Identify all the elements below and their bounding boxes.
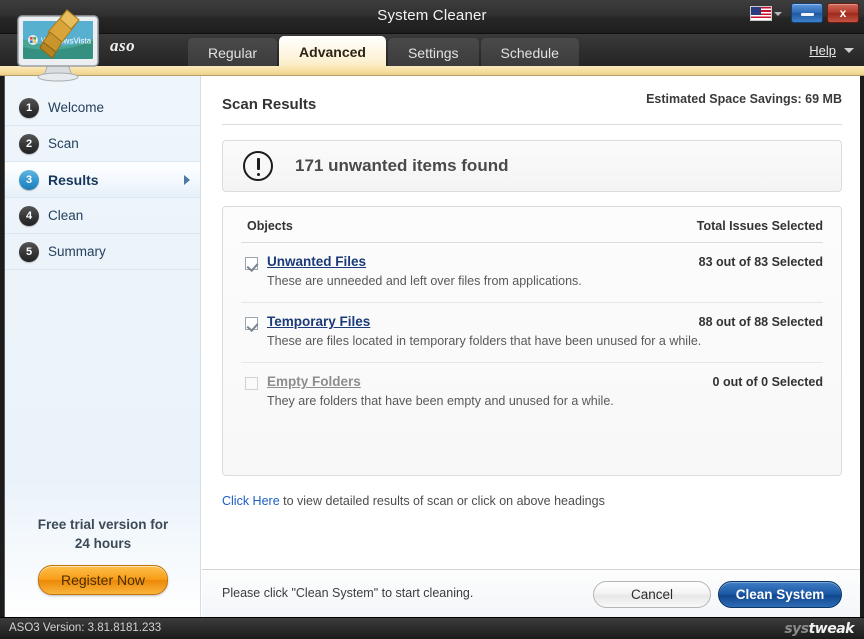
click-here-link[interactable]: Click Here: [222, 494, 280, 508]
clean-system-button[interactable]: Clean System: [718, 581, 842, 608]
table-row-unwanted-files: Unwanted Files 83 out of 83 Selected The…: [241, 243, 823, 303]
link-temporary-files[interactable]: Temporary Files: [267, 314, 370, 329]
register-now-button[interactable]: Register Now: [38, 565, 168, 595]
results-panel: Objects Total Issues Selected Unwanted F…: [222, 206, 842, 476]
sidebar-item-label: Summary: [48, 244, 106, 259]
main-body: 1 Welcome 2 Scan 3 Results 4 Clean 5 Sum…: [4, 76, 860, 617]
minimize-button[interactable]: [791, 3, 823, 23]
link-empty-folders[interactable]: Empty Folders: [267, 374, 361, 389]
brand-aso-label: aso: [110, 36, 135, 56]
estimated-space-savings: Estimated Space Savings: 69 MB: [646, 92, 842, 106]
action-footer: Please click "Clean System" to start cle…: [202, 569, 860, 617]
help-link[interactable]: Help: [809, 43, 836, 58]
sidebar-item-label: Welcome: [48, 100, 104, 115]
trial-line-2: 24 hours: [5, 534, 201, 553]
close-button[interactable]: x: [827, 3, 859, 23]
sidebar-item-label: Results: [48, 172, 99, 188]
tab-advanced[interactable]: Advanced: [279, 36, 386, 68]
sidebar-step-number: 1: [19, 98, 39, 118]
description-empty-folders: They are folders that have been empty an…: [267, 394, 823, 408]
sidebar-item-clean[interactable]: 4 Clean: [5, 198, 200, 234]
tab-list: Regular Advanced Settings Schedule: [188, 34, 581, 68]
trial-line-1: Free trial version for: [5, 515, 201, 534]
gold-divider-strip: [0, 66, 864, 76]
cancel-button[interactable]: Cancel: [593, 581, 711, 608]
systweak-logo-sys: sys: [784, 621, 808, 637]
sidebar-top-spacer: [5, 76, 200, 90]
detailed-results-line: Click Here to view detailed results of s…: [222, 494, 605, 508]
sidebar-step-number: 5: [19, 242, 39, 262]
window-title: System Cleaner: [0, 7, 864, 24]
title-bar: System Cleaner x: [0, 0, 864, 34]
results-table-header: Objects Total Issues Selected: [241, 211, 823, 243]
status-bar: ASO3 Version: 3.81.8181.233 systweak: [0, 617, 864, 639]
chevron-right-icon: [184, 175, 190, 185]
sidebar-item-label: Scan: [48, 136, 79, 151]
page-title: Scan Results: [222, 96, 316, 113]
help-label: Help: [809, 43, 836, 58]
column-header-objects: Objects: [247, 219, 293, 233]
application-window: System Cleaner x aso Regular Advanced Se…: [0, 0, 864, 639]
tab-schedule[interactable]: Schedule: [481, 38, 579, 68]
help-chevron-down-icon[interactable]: [844, 48, 854, 53]
count-temporary-files: 88 out of 88 Selected: [699, 315, 823, 329]
checkbox-unwanted-files[interactable]: [245, 257, 258, 270]
header-divider: [222, 124, 842, 125]
link-unwanted-files[interactable]: Unwanted Files: [267, 254, 366, 269]
sidebar-item-scan[interactable]: 2 Scan: [5, 126, 200, 162]
table-row-empty-folders: Empty Folders 0 out of 0 Selected They a…: [241, 363, 823, 423]
content-area: Scan Results Estimated Space Savings: 69…: [202, 76, 860, 617]
sidebar-item-summary[interactable]: 5 Summary: [5, 234, 200, 270]
sidebar-step-number: 3: [19, 170, 39, 190]
trial-box: Free trial version for 24 hours Register…: [5, 515, 201, 595]
systweak-logo-tweak: tweak: [809, 621, 854, 637]
sidebar-item-label: Clean: [48, 208, 83, 223]
column-header-total-issues: Total Issues Selected: [697, 219, 823, 233]
systweak-logo: systweak: [784, 621, 854, 637]
sidebar-step-number: 4: [19, 206, 39, 226]
version-label: ASO3 Version: 3.81.8181.233: [9, 622, 161, 634]
description-unwanted-files: These are unneeded and left over files f…: [267, 274, 823, 288]
checkbox-empty-folders[interactable]: [245, 377, 258, 390]
footer-message: Please click "Clean System" to start cle…: [222, 586, 473, 600]
tab-settings[interactable]: Settings: [388, 38, 479, 68]
sidebar: 1 Welcome 2 Scan 3 Results 4 Clean 5 Sum…: [5, 76, 201, 617]
description-temporary-files: These are files located in temporary fol…: [267, 334, 823, 348]
sidebar-item-results[interactable]: 3 Results: [5, 162, 200, 198]
us-flag-icon[interactable]: [750, 6, 772, 21]
content-header: Scan Results Estimated Space Savings: 69…: [222, 90, 842, 124]
language-chevron-down-icon[interactable]: [774, 12, 782, 16]
alert-banner: 171 unwanted items found: [222, 140, 842, 192]
count-unwanted-files: 83 out of 83 Selected: [699, 255, 823, 269]
exclamation-circle-icon: [243, 151, 273, 181]
sidebar-item-welcome[interactable]: 1 Welcome: [5, 90, 200, 126]
table-row-temporary-files: Temporary Files 88 out of 88 Selected Th…: [241, 303, 823, 363]
sidebar-step-number: 2: [19, 134, 39, 154]
tab-regular[interactable]: Regular: [188, 38, 277, 68]
detailed-results-text: to view detailed results of scan or clic…: [280, 494, 605, 508]
count-empty-folders: 0 out of 0 Selected: [713, 375, 823, 389]
alert-message: 171 unwanted items found: [295, 156, 508, 176]
checkbox-temporary-files[interactable]: [245, 317, 258, 330]
